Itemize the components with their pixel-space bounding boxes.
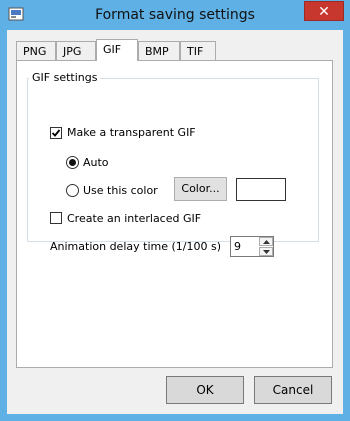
color-swatch[interactable] — [236, 178, 286, 201]
ok-button[interactable]: OK — [166, 376, 244, 404]
transparent-gif-checkbox[interactable] — [50, 127, 62, 139]
auto-radio-label[interactable]: Auto — [83, 156, 109, 169]
cancel-button[interactable]: Cancel — [254, 376, 332, 404]
gif-tab-panel: GIF settings Make a transparent GIF Auto… — [16, 60, 333, 368]
window-title: Format saving settings — [95, 7, 255, 23]
gif-settings-label: GIF settings — [29, 71, 101, 84]
interlaced-gif-label[interactable]: Create an interlaced GIF — [67, 212, 201, 225]
interlaced-gif-checkbox[interactable] — [50, 212, 62, 224]
chevron-down-icon — [263, 250, 270, 254]
close-button[interactable]: ✕ — [304, 1, 344, 21]
close-icon: ✕ — [318, 4, 330, 20]
delay-increase-button[interactable] — [259, 237, 273, 246]
tab-bmp[interactable]: BMP — [138, 41, 180, 60]
dialog-window: Format saving settings ✕ PNG JPG GIF BMP… — [0, 0, 350, 421]
tab-gif[interactable]: GIF — [96, 39, 138, 61]
title-bar[interactable]: Format saving settings ✕ — [0, 0, 350, 30]
tab-jpg[interactable]: JPG — [56, 41, 96, 60]
transparent-gif-label[interactable]: Make a transparent GIF — [67, 126, 196, 139]
tab-png[interactable]: PNG — [16, 41, 56, 60]
delay-decrease-button[interactable] — [259, 247, 273, 256]
animation-delay-value: 9 — [234, 240, 241, 253]
dialog-client-area: PNG JPG GIF BMP TIF GIF settings Make a … — [7, 30, 343, 414]
use-this-color-radio[interactable] — [66, 184, 79, 197]
animation-delay-label: Animation delay time (1/100 s) — [50, 240, 221, 253]
color-button[interactable]: Color... — [174, 177, 227, 201]
auto-radio[interactable] — [66, 156, 79, 169]
tab-tif[interactable]: TIF — [180, 41, 216, 60]
checkmark-icon — [51, 129, 61, 137]
use-this-color-label[interactable]: Use this color — [83, 184, 158, 197]
chevron-up-icon — [263, 240, 270, 244]
